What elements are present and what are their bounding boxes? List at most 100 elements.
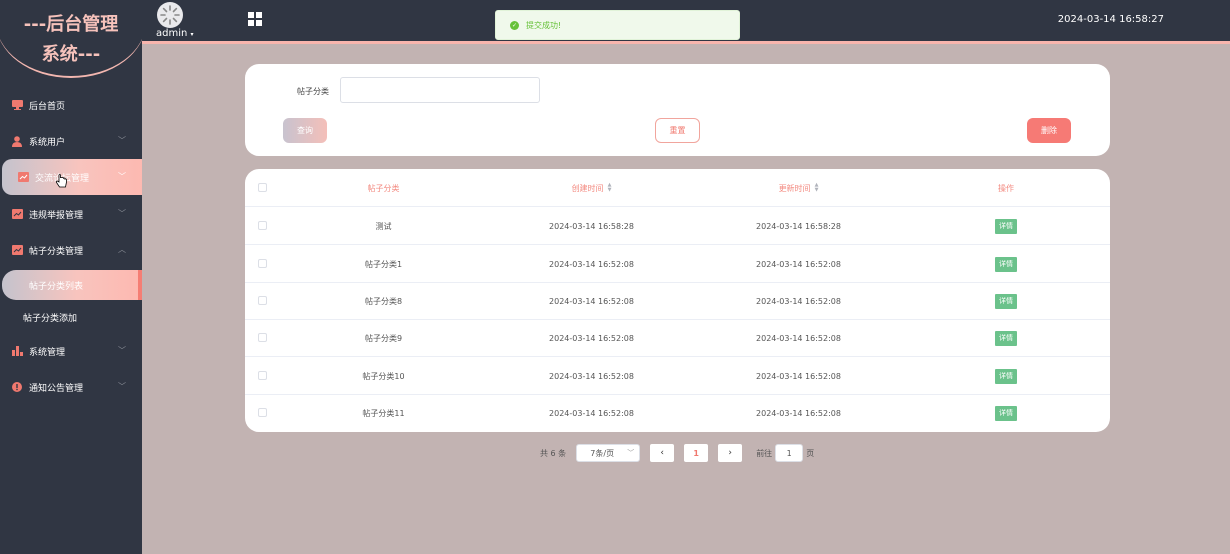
sidebar-item-users[interactable]: 系统用户 ﹀	[0, 123, 142, 159]
category-search-input[interactable]	[340, 77, 540, 103]
row-checkbox[interactable]	[258, 408, 267, 417]
check-circle-icon: ✓	[510, 20, 519, 30]
table-row: 帖子分类11 2024-03-14 16:52:08 2024-03-14 16…	[245, 394, 1110, 432]
chevron-down-icon: ﹀	[118, 136, 126, 145]
row-checkbox[interactable]	[258, 371, 267, 380]
category-table: 帖子分类 创建时间 ▲ ▼ 更新时间 ▲ ▼ 操作 测试 2024-03-14 16:5…	[245, 169, 1110, 432]
sidebar-item-home[interactable]: 后台首页	[0, 87, 142, 123]
sidebar-item-label: 系统管理	[29, 347, 66, 358]
header-datetime: 2024-03-14 16:58:27	[1057, 14, 1164, 25]
logo-line-2: 系统---	[41, 44, 101, 65]
sidebar-item-reports[interactable]: 违规举报管理 ﹀	[0, 196, 142, 232]
loading-spinner-icon	[160, 5, 180, 25]
sidebar-item-post-category[interactable]: 帖子分类管理 ︿	[0, 232, 142, 268]
row-checkbox[interactable]	[258, 221, 267, 230]
cell-updated: 2024-03-14 16:52:08	[756, 333, 841, 343]
logo-line-1: ---后台管理	[23, 14, 119, 35]
detail-button[interactable]: 详情	[995, 405, 1017, 421]
sidebar-item-label: 违规举报管理	[29, 210, 84, 221]
cell-actions: 详情	[902, 357, 1110, 395]
sidebar-item-label: 系统用户	[29, 137, 66, 148]
row-checkbox[interactable]	[258, 259, 267, 268]
monitor-icon	[11, 99, 23, 111]
cell-actions: 详情	[902, 245, 1110, 283]
sidebar-item-label: 通知公告管理	[29, 383, 84, 394]
column-header-updated[interactable]: 更新时间 ▲ ▼	[695, 169, 902, 207]
caret-down-icon: ▾	[190, 31, 194, 38]
cell-category: 帖子分类11	[362, 408, 405, 418]
cell-actions: 详情	[902, 207, 1110, 245]
detail-button[interactable]: 详情	[995, 330, 1017, 346]
page-size-select[interactable]: 7条/页 ﹀	[576, 444, 641, 462]
column-header-created[interactable]: 创建时间 ▲ ▼	[488, 169, 695, 207]
logo: ---后台管理 系统---	[0, 0, 142, 82]
user-name: admin	[156, 28, 188, 39]
cell-category: 帖子分类1	[364, 259, 403, 269]
cell-updated: 2024-03-14 16:52:08	[756, 408, 841, 418]
query-button[interactable]: 查询	[283, 118, 327, 143]
cell-created: 2024-03-14 16:52:08	[549, 408, 634, 418]
reset-button[interactable]: 重置	[655, 118, 700, 143]
chevron-up-icon: ︿	[118, 245, 126, 254]
sidebar-item-forum[interactable]: 交流论坛管理 ﹀	[2, 159, 142, 195]
table-row: 测试 2024-03-14 16:58:28 2024-03-14 16:58:…	[245, 207, 1110, 245]
table-row: 帖子分类8 2024-03-14 16:52:08 2024-03-14 16:…	[245, 282, 1110, 320]
sidebar-subitem-label: 帖子分类添加	[23, 313, 78, 324]
column-header-actions: 操作	[998, 183, 1014, 193]
sidebar-subitem-category-list[interactable]: 帖子分类列表	[2, 270, 142, 300]
cell-updated: 2024-03-14 16:58:28	[756, 221, 841, 231]
cell-category: 帖子分类8	[364, 296, 403, 306]
success-toast: ✓ 提交成功!	[495, 10, 740, 40]
chevron-down-icon: ﹀	[627, 449, 635, 457]
search-panel: 帖子分类 查询 重置 删除	[245, 64, 1110, 156]
cursor-hand-icon	[55, 174, 67, 191]
cell-created: 2024-03-14 16:52:08	[549, 296, 634, 306]
cell-actions: 详情	[902, 282, 1110, 320]
chart-icon	[17, 171, 29, 183]
sidebar: ---后台管理 系统--- 后台首页 系统用户 ﹀ 交流论坛管理 ﹀ 违规举报管…	[0, 0, 142, 554]
prev-page-button[interactable]: ‹	[650, 444, 675, 462]
page-number-1[interactable]: 1	[684, 444, 709, 462]
bar-chart-icon	[11, 345, 23, 357]
goto-suffix: 页	[806, 448, 815, 458]
cell-updated: 2024-03-14 16:52:08	[756, 259, 841, 269]
chevron-down-icon: ﹀	[118, 346, 126, 355]
cell-category: 帖子分类10	[362, 371, 405, 381]
cell-updated: 2024-03-14 16:52:08	[756, 296, 841, 306]
chevron-down-icon: ﹀	[118, 382, 126, 391]
detail-button[interactable]: 详情	[995, 218, 1017, 234]
table-row: 帖子分类1 2024-03-14 16:52:08 2024-03-14 16:…	[245, 245, 1110, 283]
select-all-checkbox[interactable]	[258, 183, 267, 192]
sort-icon[interactable]: ▲ ▼	[815, 183, 819, 193]
row-checkbox[interactable]	[258, 296, 267, 305]
table-row: 帖子分类9 2024-03-14 16:52:08 2024-03-14 16:…	[245, 319, 1110, 357]
pagination-total: 共 6 条	[540, 448, 567, 458]
cell-actions: 详情	[902, 394, 1110, 432]
user-icon	[11, 135, 23, 147]
delete-button[interactable]: 删除	[1027, 118, 1071, 143]
next-page-button[interactable]: ›	[718, 444, 743, 462]
detail-button[interactable]: 详情	[995, 368, 1017, 384]
cell-created: 2024-03-14 16:58:28	[549, 221, 634, 231]
cell-category: 测试	[375, 221, 392, 231]
avatar[interactable]	[157, 2, 183, 28]
table-header: 帖子分类 创建时间 ▲ ▼ 更新时间 ▲ ▼ 操作	[245, 169, 1110, 207]
detail-button[interactable]: 详情	[995, 293, 1017, 309]
sidebar-item-notice[interactable]: 通知公告管理 ﹀	[0, 369, 142, 405]
sort-icon[interactable]: ▲ ▼	[608, 183, 612, 193]
sidebar-item-system[interactable]: 系统管理 ﹀	[0, 333, 142, 369]
page-size-value: 7条/页	[590, 448, 615, 458]
chevron-left-icon: ‹	[660, 448, 664, 458]
goto-page-input[interactable]: 1	[775, 444, 804, 462]
chevron-down-icon: ﹀	[118, 172, 126, 181]
user-menu[interactable]: admin ▾	[156, 28, 194, 39]
column-header-category: 帖子分类	[367, 183, 400, 193]
sidebar-subitem-label: 帖子分类列表	[29, 281, 84, 292]
cell-created: 2024-03-14 16:52:08	[549, 371, 634, 381]
sidebar-subitem-category-add[interactable]: 帖子分类添加	[0, 302, 142, 332]
chart-icon	[11, 208, 23, 220]
chevron-down-icon: ﹀	[118, 209, 126, 218]
row-checkbox[interactable]	[258, 333, 267, 342]
grid-icon[interactable]	[248, 12, 262, 26]
detail-button[interactable]: 详情	[995, 256, 1017, 272]
